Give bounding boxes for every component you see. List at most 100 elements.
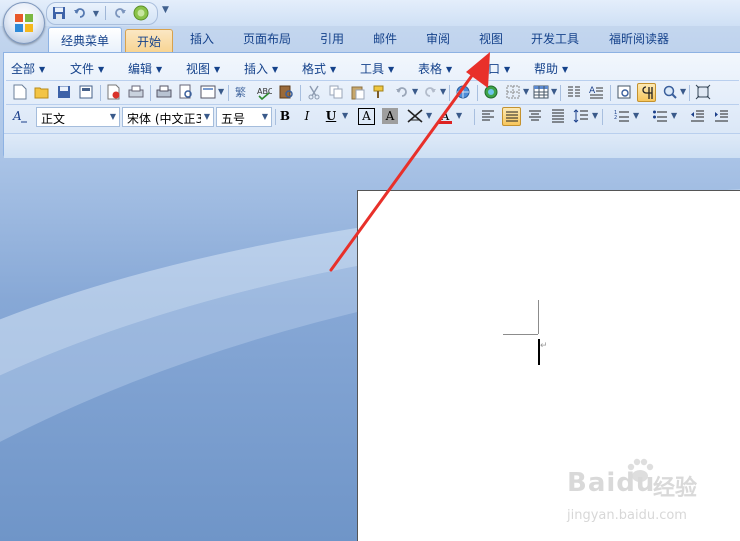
tab-classic-menu[interactable]: 经典菜单 (48, 27, 122, 54)
undo-icon[interactable] (71, 4, 89, 22)
text-effects-icon[interactable] (406, 107, 424, 125)
text-direction-icon[interactable]: A (587, 83, 605, 101)
bold-button[interactable]: B (276, 107, 294, 125)
paste-icon[interactable] (349, 83, 367, 101)
separator (105, 6, 106, 20)
undo-dropdown-icon[interactable]: ▼ (92, 9, 100, 18)
tab-foxit-reader[interactable]: 福昕阅读器 (598, 26, 680, 53)
permission-icon[interactable] (77, 83, 95, 101)
chevron-down-icon: ▼ (261, 112, 269, 121)
borders-icon[interactable] (504, 83, 522, 101)
numbering-icon[interactable]: 12 (613, 107, 631, 125)
character-shading-button[interactable]: A (382, 108, 398, 124)
menu-insert[interactable]: 插入 ▼ (244, 60, 278, 77)
italic-button[interactable]: I (298, 107, 316, 125)
cut-icon[interactable] (305, 83, 323, 101)
tab-review[interactable]: 审阅 (416, 26, 460, 53)
character-border-button[interactable]: A (358, 108, 375, 125)
menu-tools[interactable]: 工具 ▼ (360, 60, 394, 77)
borders-dropdown-icon[interactable]: ▼ (523, 87, 529, 96)
menu-edit-label: 编辑 (128, 62, 153, 76)
print-preview-icon[interactable] (127, 83, 145, 101)
align-center-icon[interactable] (526, 107, 544, 125)
menu-help[interactable]: 帮助 ▼ (534, 60, 568, 77)
align-left-icon[interactable] (479, 107, 497, 125)
repeat-icon[interactable] (132, 4, 150, 22)
underline-dropdown-icon[interactable]: ▼ (342, 111, 348, 120)
font-color-button[interactable]: A (436, 107, 454, 125)
new-document-icon[interactable] (11, 83, 29, 101)
font-combo[interactable]: 宋体 (中文正3 ▼ (122, 107, 214, 127)
separator (560, 85, 561, 101)
font-size-combo[interactable]: 五号 ▼ (216, 107, 272, 127)
document-map-icon[interactable] (615, 83, 633, 101)
undo-icon[interactable] (393, 83, 411, 101)
underline-button[interactable]: U (322, 107, 340, 125)
distributed-icon[interactable] (549, 107, 567, 125)
hyperlink-icon[interactable] (454, 83, 472, 101)
web-layout-icon[interactable] (199, 83, 217, 101)
tab-references[interactable]: 引用 (310, 26, 354, 53)
save-icon[interactable] (55, 83, 73, 101)
tab-insert[interactable]: 插入 (180, 26, 224, 53)
tab-mailings[interactable]: 邮件 (363, 26, 407, 53)
margin-crop-mark (538, 300, 539, 334)
style-combo[interactable]: 正文 ▼ (36, 107, 120, 127)
insert-table-icon[interactable] (532, 83, 550, 101)
office-button[interactable] (3, 2, 45, 44)
bullets-icon[interactable] (651, 107, 669, 125)
menu-format[interactable]: 格式 ▼ (302, 60, 336, 77)
bullets-dropdown-icon[interactable]: ▼ (671, 111, 677, 120)
columns-icon[interactable] (565, 83, 583, 101)
zoom-dropdown-icon[interactable]: ▼ (680, 87, 686, 96)
print-icon[interactable] (155, 83, 173, 101)
decrease-indent-icon[interactable] (688, 107, 706, 125)
menu-table-label: 表格 (418, 62, 443, 76)
line-spacing-dropdown-icon[interactable]: ▼ (592, 111, 598, 120)
increase-indent-icon[interactable] (712, 107, 730, 125)
tab-developer[interactable]: 开发工具 (522, 26, 588, 53)
redo-dropdown-icon[interactable]: ▼ (440, 87, 446, 96)
copy-icon[interactable] (327, 83, 345, 101)
justify-icon[interactable] (502, 107, 521, 126)
format-painter-icon[interactable] (371, 83, 389, 101)
tab-view[interactable]: 视图 (469, 26, 513, 53)
classic-menu-bar: 全部 ▼ 文件 ▼ 编辑 ▼ 视图 ▼ 插入 ▼ 格式 ▼ 工具 ▼ 表格 ▼ 窗口 ▼ 帮助 ▼ (4, 57, 740, 79)
chevron-down-icon: ▼ (39, 65, 46, 74)
undo-dropdown-icon[interactable]: ▼ (412, 87, 418, 96)
menu-table[interactable]: 表格 ▼ (418, 60, 452, 77)
spelling-check-icon[interactable]: ABC (255, 83, 273, 101)
tab-home[interactable]: 开始 (125, 29, 173, 54)
menu-view[interactable]: 视图 ▼ (186, 60, 220, 77)
redo-icon[interactable] (421, 83, 439, 101)
menu-all[interactable]: 全部 ▼ (11, 60, 45, 77)
more-tools-icon[interactable] (734, 107, 740, 125)
separator (100, 85, 101, 101)
menu-window-label: 窗口 (476, 62, 501, 76)
svg-text:2: 2 (614, 115, 617, 121)
menu-file[interactable]: 文件 ▼ (70, 60, 104, 77)
table-dropdown-icon[interactable]: ▼ (551, 87, 557, 96)
globe-icon[interactable] (482, 83, 500, 101)
text-effects-dropdown-icon[interactable]: ▼ (426, 111, 432, 120)
save-icon[interactable] (50, 4, 68, 22)
redo-icon[interactable] (111, 4, 129, 22)
research-icon[interactable] (277, 83, 295, 101)
translate-icon[interactable]: 繁 (233, 83, 251, 101)
menu-window[interactable]: 窗口 ▼ (476, 60, 510, 77)
line-spacing-icon[interactable] (572, 107, 590, 125)
customize-quick-access-dropdown[interactable]: ▼ (162, 5, 169, 15)
numbering-dropdown-icon[interactable]: ▼ (633, 111, 639, 120)
full-screen-icon[interactable] (694, 83, 712, 101)
zoom-icon[interactable] (661, 83, 679, 101)
show-hide-marks-icon[interactable] (637, 83, 656, 102)
font-color-dropdown-icon[interactable]: ▼ (456, 111, 462, 120)
open-folder-icon[interactable] (33, 83, 51, 101)
menu-edit[interactable]: 编辑 ▼ (128, 60, 162, 77)
view-dropdown-icon[interactable]: ▼ (218, 87, 224, 96)
pdf-icon[interactable] (105, 83, 123, 101)
print-preview-magnifier-icon[interactable] (177, 83, 195, 101)
chevron-down-icon: ▼ (109, 112, 117, 121)
styles-icon[interactable]: A (11, 107, 29, 125)
tab-page-layout[interactable]: 页面布局 (234, 26, 300, 53)
